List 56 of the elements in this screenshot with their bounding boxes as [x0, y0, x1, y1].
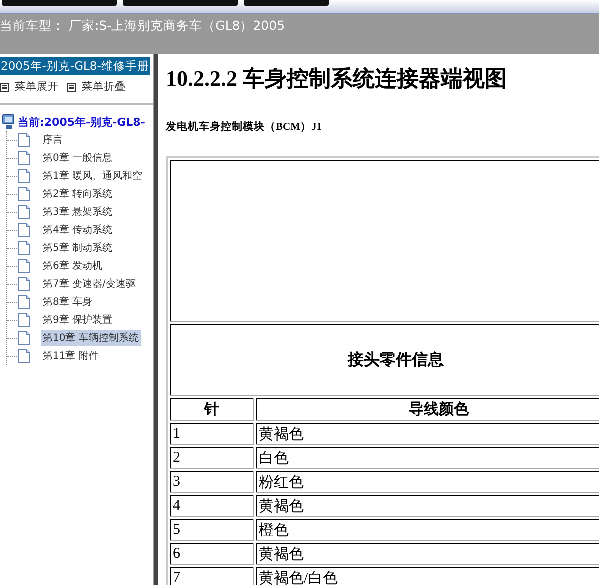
menu-action[interactable]: 菜单展开	[0, 80, 59, 94]
page-icon	[17, 168, 31, 184]
table-cell: 1	[170, 423, 254, 445]
page-icon	[17, 222, 31, 238]
computer-icon	[2, 114, 16, 130]
splitter[interactable]	[153, 54, 158, 585]
tree-item[interactable]: 第8章 车身	[41, 294, 95, 310]
toolbar-button[interactable]	[2, 0, 117, 6]
vehicle-info: 当前车型： 厂家:S-上海别克商务车（GL8）2005	[0, 18, 286, 33]
manual-title: 2005年-别克-GL8-维修手册	[0, 57, 150, 75]
page-icon	[17, 204, 31, 220]
tree-item[interactable]: 第11章 附件	[41, 348, 101, 364]
column-header: 针	[170, 398, 254, 421]
page-icon	[17, 258, 31, 274]
table-cell: 5	[170, 519, 254, 541]
table-cell: 7	[170, 567, 254, 585]
tree-item[interactable]: 第2章 转向系统	[41, 186, 115, 202]
table-cell: 白色	[256, 447, 599, 469]
tree-item[interactable]: 第1章 暖风、通风和空	[41, 168, 145, 184]
table-cell: 黄褐色/白色	[256, 567, 599, 585]
list-icon	[67, 82, 76, 92]
section-title: 发电机车身控制模块（BCM）J1	[166, 120, 323, 134]
page-icon	[17, 312, 31, 328]
table-cell: 黄褐色	[256, 495, 599, 517]
tree-item[interactable]: 第9章 保护装置	[41, 312, 115, 328]
info-title: 接头零件信息	[170, 324, 599, 396]
table-cell: 黄褐色	[256, 423, 599, 445]
tree-item[interactable]: 第7章 变速器/变速驱	[41, 276, 138, 292]
tree-root[interactable]: 当前:2005年-别克-GL8-	[18, 114, 146, 130]
table-cell: 2	[170, 447, 254, 469]
toolbar-button[interactable]	[123, 0, 238, 6]
table-cell: 粉红色	[256, 471, 599, 493]
tree-item[interactable]: 第3章 悬架系统	[41, 204, 115, 220]
column-header: 导线颜色	[256, 398, 599, 421]
toolbar-button[interactable]	[244, 0, 329, 6]
page-icon	[17, 186, 31, 202]
table-cell: 橙色	[256, 519, 599, 541]
table-cell: 黄褐色	[256, 543, 599, 565]
page-icon	[17, 150, 31, 166]
table-cell: 4	[170, 495, 254, 517]
page-icon	[17, 240, 31, 256]
page-icon	[17, 348, 31, 364]
table-cell: 3	[170, 471, 254, 493]
page-icon	[17, 294, 31, 310]
tree-item[interactable]: 第5章 制动系统	[41, 240, 115, 256]
tree-item[interactable]: 第10章 车辆控制系统	[41, 330, 141, 346]
table-cell: 6	[170, 543, 254, 565]
menu-action[interactable]: 菜单折叠	[67, 80, 126, 94]
page-icon	[17, 132, 31, 148]
tree-item[interactable]: 第6章 发动机	[41, 258, 105, 274]
page-icon	[17, 330, 31, 346]
page-heading: 10.2.2.2 车身控制系统连接器端视图	[166, 65, 508, 93]
tree-item[interactable]: 第4章 传动系统	[41, 222, 115, 238]
tree-item[interactable]: 第0章 一般信息	[41, 150, 115, 166]
page-icon	[17, 276, 31, 292]
tree-item[interactable]: 序言	[41, 132, 65, 148]
